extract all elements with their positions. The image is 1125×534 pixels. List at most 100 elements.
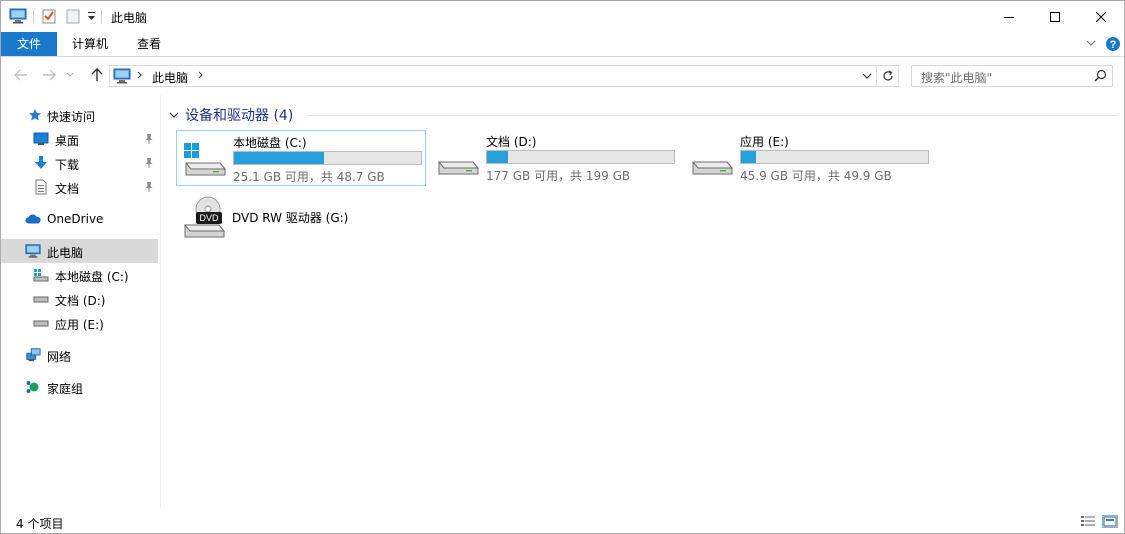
sidebar-item-label: OneDrive	[47, 212, 104, 226]
close-button[interactable]	[1078, 1, 1124, 32]
drive-tile-d[interactable]: 文档 (D:) 177 GB 可用，共 199 GB	[430, 130, 680, 186]
quick-access-divider	[33, 10, 34, 23]
expand-ribbon-icon[interactable]	[1085, 37, 1097, 52]
file-view: 设备和驱动器 (4) 本地磁盘 (C:) 25.1 GB 可用，共 48.7 G…	[161, 95, 1124, 507]
sidebar-item-label: 文档 (D:)	[55, 294, 106, 308]
new-folder-icon[interactable]	[65, 7, 81, 25]
forward-button[interactable]	[41, 67, 57, 83]
group-title: 设备和驱动器 (4)	[185, 108, 294, 124]
refresh-button[interactable]	[877, 65, 899, 87]
address-bar[interactable]: 此电脑	[109, 65, 877, 87]
sidebar-item-network[interactable]: 网络	[1, 343, 158, 367]
sidebar-item-label: 应用 (E:)	[55, 318, 104, 332]
sidebar-item-onedrive[interactable]: OneDrive	[1, 207, 158, 231]
drive-name: 文档 (D:)	[486, 135, 537, 149]
details-view-icon	[1081, 516, 1095, 526]
breadcrumb-chevron-icon[interactable]	[137, 69, 143, 84]
status-bar: 4 个项目	[1, 509, 1124, 533]
chevron-down-icon	[169, 112, 179, 118]
sidebar-item-drive-d[interactable]: 文档 (D:)	[1, 287, 158, 311]
back-arrow-icon	[14, 69, 27, 81]
up-button[interactable]	[89, 67, 105, 83]
sidebar-item-downloads[interactable]: 下载	[1, 151, 158, 175]
breadcrumb-this-pc[interactable]: 此电脑	[152, 69, 188, 86]
storage-bar	[233, 151, 422, 165]
explorer-window: 此电脑 文件 计算机 查看 ? 此电脑 搜索"此电脑" 快速访问 桌面 下载 文…	[0, 0, 1125, 534]
hard-drive-icon	[690, 140, 734, 180]
help-icon[interactable]: ?	[1105, 36, 1121, 55]
sidebar-item-documents[interactable]: 文档	[1, 175, 158, 199]
customize-quick-access-icon[interactable]	[87, 7, 96, 25]
system-drive-icon	[33, 267, 49, 283]
up-arrow-icon	[91, 68, 103, 81]
group-header-devices[interactable]: 设备和驱动器 (4)	[169, 106, 293, 124]
sidebar-item-homegroup[interactable]: 家庭组	[1, 375, 158, 399]
back-button[interactable]	[13, 67, 29, 83]
drive-tile-dvd[interactable]: DVD DVD RW 驱动器 (G:)	[176, 195, 426, 251]
sidebar-item-label: 下载	[55, 158, 80, 172]
sidebar-item-label: 此电脑	[47, 246, 84, 260]
large-icons-view-button[interactable]	[1102, 515, 1118, 528]
tab-view[interactable]: 查看	[125, 32, 173, 56]
pin-icon[interactable]	[143, 180, 155, 194]
refresh-icon	[882, 70, 893, 81]
sidebar-item-desktop[interactable]: 桌面	[1, 127, 158, 151]
sidebar-item-label: 文档	[55, 182, 80, 196]
search-box[interactable]: 搜索"此电脑"	[911, 65, 1113, 87]
dvd-badge: DVD	[199, 213, 219, 223]
navigation-pane: 快速访问 桌面 下载 文档 OneDrive 此电脑 本地磁盘 (C:) 文档 …	[1, 95, 159, 507]
maximize-button[interactable]	[1032, 1, 1078, 32]
drive-tile-c[interactable]: 本地磁盘 (C:) 25.1 GB 可用，共 48.7 GB	[176, 130, 426, 186]
storage-bar	[740, 150, 929, 164]
pin-icon[interactable]	[143, 156, 155, 170]
desktop-icon	[33, 131, 49, 147]
details-view-button[interactable]	[1080, 515, 1096, 528]
breadcrumb-chevron-icon[interactable]	[198, 69, 204, 84]
hard-drive-icon	[436, 140, 480, 180]
maximize-icon	[1050, 11, 1060, 22]
this-pc-icon	[25, 243, 41, 259]
large-icons-view-icon	[1103, 516, 1117, 527]
address-history-chevron-icon[interactable]	[862, 70, 872, 85]
storage-bar-fill	[487, 151, 508, 163]
search-icon[interactable]	[1094, 69, 1107, 85]
sidebar-item-this-pc[interactable]: 此电脑	[1, 239, 158, 263]
sidebar-item-label: 家庭组	[47, 382, 84, 396]
drive-name: DVD RW 驱动器 (G:)	[232, 211, 349, 225]
properties-icon[interactable]	[41, 7, 57, 25]
this-pc-icon	[113, 68, 131, 87]
star-icon	[27, 107, 43, 123]
minimize-button[interactable]	[986, 1, 1032, 32]
drive-tile-e[interactable]: 应用 (E:) 45.9 GB 可用，共 49.9 GB	[684, 130, 934, 186]
hard-drive-icon	[33, 291, 49, 307]
sidebar-item-drive-e[interactable]: 应用 (E:)	[1, 311, 158, 335]
sidebar-item-label: 网络	[47, 350, 72, 364]
storage-bar-fill	[741, 151, 756, 163]
document-icon	[33, 179, 49, 195]
svg-text:?: ?	[1110, 39, 1117, 51]
pin-icon[interactable]	[143, 132, 155, 146]
tab-file[interactable]: 文件	[1, 32, 57, 56]
sidebar-item-label: 快速访问	[47, 110, 96, 124]
drive-size-text: 45.9 GB 可用，共 49.9 GB	[740, 169, 892, 183]
sidebar-item-drive-c[interactable]: 本地磁盘 (C:)	[1, 263, 158, 287]
dvd-drive-icon: DVD	[182, 195, 226, 238]
drive-size-text: 177 GB 可用，共 199 GB	[486, 169, 631, 183]
drive-name: 应用 (E:)	[740, 135, 789, 149]
system-drive-icon	[183, 141, 227, 181]
group-divider	[307, 115, 1118, 116]
sidebar-item-quick-access[interactable]: 快速访问	[1, 103, 158, 127]
tab-computer[interactable]: 计算机	[61, 32, 119, 56]
network-icon	[25, 347, 41, 363]
storage-bar	[486, 150, 675, 164]
forward-arrow-icon	[43, 69, 56, 81]
drive-size-text: 25.1 GB 可用，共 48.7 GB	[233, 170, 385, 184]
recent-locations-button[interactable]	[65, 67, 75, 83]
storage-bar-fill	[234, 152, 324, 164]
cloud-icon	[25, 211, 41, 227]
search-placeholder: 搜索"此电脑"	[921, 71, 993, 85]
navigation-bar: 此电脑 搜索"此电脑"	[1, 57, 1124, 95]
close-icon	[1096, 11, 1106, 22]
hard-drive-icon	[33, 315, 49, 331]
sidebar-item-label: 本地磁盘 (C:)	[55, 270, 129, 284]
